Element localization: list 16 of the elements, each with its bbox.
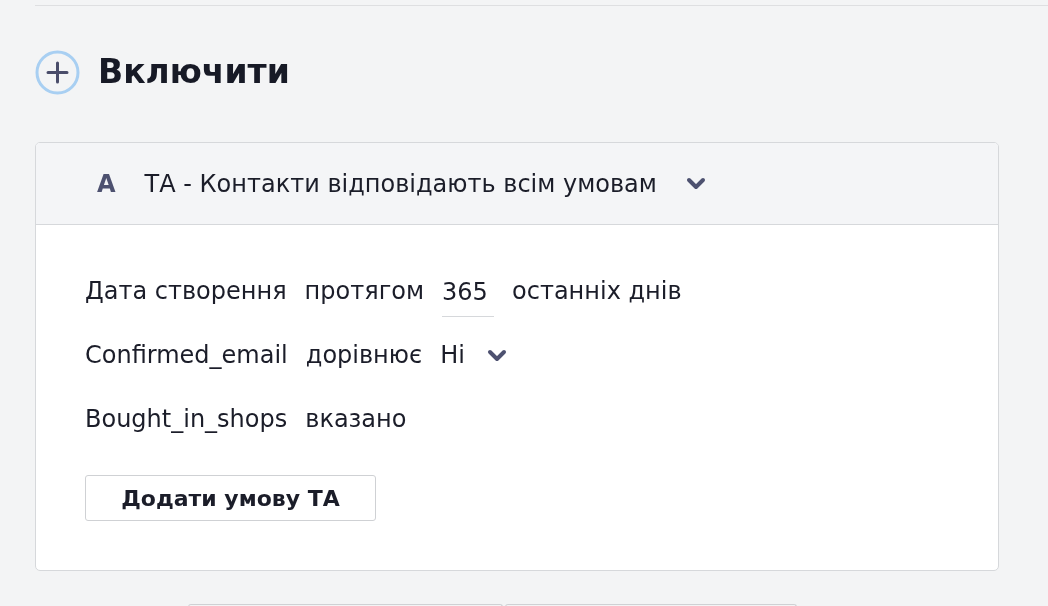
condition-operator: дорівнює bbox=[305, 340, 423, 371]
condition-suffix: останніх днів bbox=[512, 276, 682, 307]
section-title: Включити bbox=[98, 51, 290, 93]
condition-operator: вказано bbox=[305, 404, 407, 435]
group-title: ТА - Контакти відповідають всім умовам bbox=[144, 168, 657, 200]
number-field[interactable]: 365 bbox=[442, 273, 495, 317]
condition-field: Дата створення bbox=[85, 273, 287, 309]
condition-operator: протягом bbox=[304, 276, 425, 307]
value-dropdown[interactable]: Ні bbox=[440, 337, 507, 373]
condition-field: Confirmed_email bbox=[85, 337, 288, 373]
condition-field: Bought_in_shops bbox=[85, 401, 288, 437]
chevron-icon bbox=[486, 348, 507, 362]
group-letter: A bbox=[97, 168, 116, 200]
add-condition-button[interactable]: Додати умову ТА bbox=[85, 475, 376, 521]
add-icon[interactable] bbox=[35, 49, 80, 95]
chevron-icon[interactable] bbox=[685, 177, 706, 190]
